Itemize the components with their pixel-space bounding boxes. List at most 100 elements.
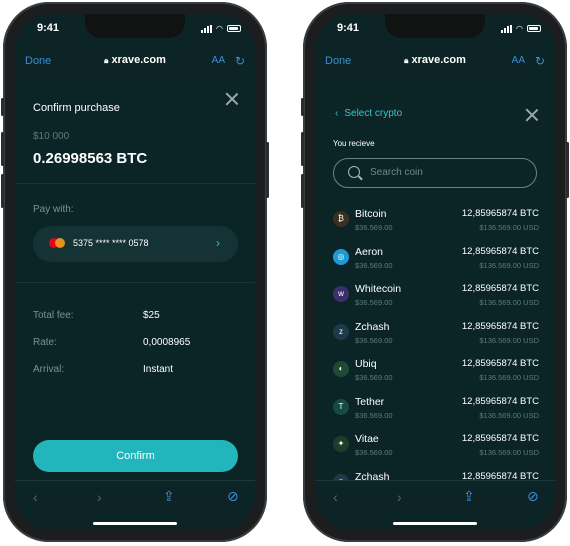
search-icon bbox=[348, 166, 360, 178]
coin-row[interactable]: T Tether $36.569.00 12,85965874 BTC $136.569… bbox=[333, 395, 539, 429]
close-icon[interactable] bbox=[225, 92, 239, 106]
home-indicator bbox=[93, 522, 177, 525]
coin-price: $36.569.00 bbox=[355, 335, 393, 345]
mastercard-icon bbox=[49, 238, 65, 248]
coin-value: $136.569.00 USD bbox=[479, 335, 539, 345]
coin-icon: ◐ bbox=[333, 361, 349, 377]
home-indicator bbox=[393, 522, 477, 525]
compass-icon[interactable]: ⊘ bbox=[527, 488, 539, 505]
back-arrow-icon[interactable]: ‹ bbox=[33, 489, 38, 505]
reload-icon[interactable]: ↻ bbox=[535, 54, 545, 68]
coin-name: Aeron bbox=[355, 245, 384, 258]
forward-arrow-icon[interactable]: › bbox=[397, 489, 402, 505]
notch bbox=[85, 14, 185, 38]
lock-icon: 🔒︎ bbox=[104, 56, 109, 65]
arrival-value: Instant bbox=[143, 364, 174, 375]
phone-left: 9:41 ◠ Done 🔒︎ xrave.com AA ↻ Confirm pu… bbox=[1, 2, 269, 542]
select-crypto-panel: ‹ Select crypto You recieve Search coin ₿… bbox=[315, 78, 555, 495]
coin-row[interactable]: ✦ Vitae $36.569.00 12,85965874 BTC $136.569.… bbox=[333, 432, 539, 466]
coin-icon: ₿ bbox=[333, 211, 349, 227]
coin-price: $36.569.00 bbox=[355, 448, 393, 457]
compass-icon[interactable]: ⊘ bbox=[227, 488, 239, 505]
forward-arrow-icon[interactable]: › bbox=[97, 489, 102, 505]
chevron-left-icon: ‹ bbox=[335, 108, 339, 119]
coin-icon: z bbox=[333, 323, 349, 340]
coin-name: Zchash bbox=[355, 320, 390, 333]
coin-value: $136.569.00 USD bbox=[479, 373, 539, 382]
you-receive-label: You recieve bbox=[333, 139, 375, 148]
status-time: 9:41 bbox=[337, 22, 360, 34]
back-arrow-icon[interactable]: ‹ bbox=[333, 489, 338, 505]
chevron-right-icon: › bbox=[216, 236, 220, 250]
back-label: Select crypto bbox=[344, 108, 403, 119]
coin-row[interactable]: ◎ Aeron $36.569.00 12,85965874 BTC $136.569.… bbox=[333, 245, 539, 279]
url-bar: Done 🔒︎ xrave.com AA ↻ bbox=[315, 46, 555, 79]
coin-row[interactable]: ₿ Bitcoin $36.569.00 12,85965874 BTC $136.56… bbox=[333, 207, 539, 241]
mute-switch bbox=[1, 98, 4, 116]
browser-toolbar: ‹ › ⇪ ⊘ bbox=[15, 480, 255, 530]
status-icons: ◠ bbox=[201, 24, 241, 33]
share-icon[interactable]: ⇪ bbox=[163, 488, 175, 505]
search-input[interactable]: Search coin bbox=[333, 158, 537, 188]
coin-price: $36.569.00 bbox=[355, 260, 393, 270]
fiat-amount: $10 000 bbox=[33, 131, 70, 142]
coin-name: Bitcoin bbox=[355, 208, 387, 220]
select-crypto-back-button[interactable]: ‹ Select crypto bbox=[335, 108, 402, 119]
status-bar: 9:41 ◠ bbox=[15, 14, 255, 46]
coin-icon: ◎ bbox=[333, 248, 349, 265]
volume-down-button bbox=[1, 174, 4, 208]
rate-label: Rate: bbox=[33, 337, 57, 348]
coin-row[interactable]: ◐ Ubiq $36.569.00 12,85965874 BTC $136.569.0… bbox=[333, 357, 539, 391]
wifi-icon: ◠ bbox=[516, 24, 523, 33]
coin-amount: 12,85965874 BTC bbox=[461, 395, 539, 407]
confirm-purchase-panel: Confirm purchase $10 000 0.26998563 BTC … bbox=[15, 78, 255, 480]
coin-name: Tether bbox=[355, 395, 385, 408]
coin-amount: 12,85965874 BTC bbox=[461, 245, 539, 257]
share-icon[interactable]: ⇪ bbox=[463, 488, 475, 505]
coin-price: $36.569.00 bbox=[355, 410, 393, 420]
coin-amount: 12,85965874 BTC bbox=[461, 433, 539, 444]
arrival-label: Arrival: bbox=[33, 364, 65, 375]
url-text: xrave.com bbox=[411, 54, 466, 66]
coin-name: Vitae bbox=[355, 433, 379, 445]
battery-icon bbox=[227, 25, 241, 32]
text-size-button[interactable]: AA bbox=[212, 55, 225, 66]
coin-amount: 12,85965874 BTC bbox=[461, 358, 539, 369]
coin-price: $36.569.00 bbox=[355, 223, 393, 232]
battery-icon bbox=[527, 25, 541, 32]
rate-value: 0,0008965 bbox=[143, 337, 191, 348]
notch bbox=[385, 14, 485, 38]
volume-down-button bbox=[301, 174, 304, 208]
signal-icon bbox=[501, 24, 513, 33]
total-fee-value: $25 bbox=[143, 310, 160, 321]
wifi-icon: ◠ bbox=[216, 24, 223, 33]
coin-icon: T bbox=[333, 398, 349, 415]
coin-value: $136.569.00 USD bbox=[479, 223, 539, 232]
screen-right: 9:41 ◠ Done 🔒︎ xrave.com AA ↻ ‹ Select cr… bbox=[315, 14, 555, 530]
mute-switch bbox=[301, 98, 304, 116]
close-icon[interactable] bbox=[525, 108, 539, 122]
status-bar: 9:41 ◠ bbox=[315, 14, 555, 46]
volume-up-button bbox=[301, 132, 304, 166]
coin-value: $136.569.00 USD bbox=[479, 298, 539, 307]
coin-price: $36.569.00 bbox=[355, 373, 393, 382]
lock-icon: 🔒︎ bbox=[404, 56, 409, 65]
coin-row[interactable]: z Zchash $36.569.00 12,85965874 BTC $136.569… bbox=[333, 320, 539, 354]
text-size-button[interactable]: AA bbox=[512, 55, 525, 66]
status-icons: ◠ bbox=[501, 24, 541, 33]
payment-card-selector[interactable]: 5375 **** **** 0578 › bbox=[33, 226, 238, 262]
volume-up-button bbox=[1, 132, 4, 166]
signal-icon bbox=[201, 24, 213, 33]
coin-row[interactable]: w Whitecoin $36.569.00 12,85965874 BTC $136.… bbox=[333, 282, 539, 316]
divider bbox=[15, 183, 255, 184]
divider bbox=[15, 282, 255, 283]
search-placeholder: Search coin bbox=[370, 167, 423, 178]
btc-amount: 0.26998563 BTC bbox=[33, 150, 148, 167]
coin-icon: ✦ bbox=[333, 436, 349, 452]
reload-icon[interactable]: ↻ bbox=[235, 54, 245, 68]
coin-value: $136.569.00 USD bbox=[479, 448, 539, 457]
status-time: 9:41 bbox=[37, 22, 60, 34]
url-text: xrave.com bbox=[111, 54, 166, 66]
confirm-button[interactable]: Confirm bbox=[33, 440, 238, 472]
url-bar: Done 🔒︎ xrave.com AA ↻ bbox=[15, 46, 255, 79]
